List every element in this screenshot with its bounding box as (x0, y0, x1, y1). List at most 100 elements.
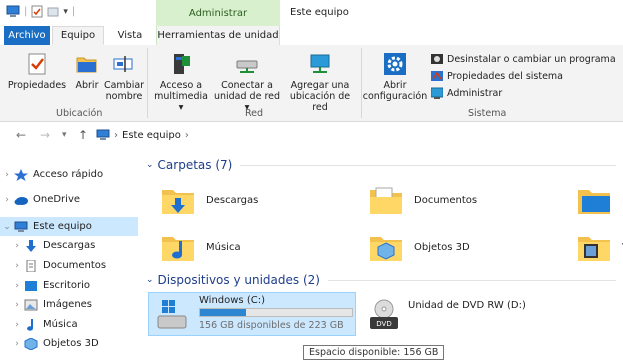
breadcrumb-chevron-icon: › (114, 129, 118, 141)
dvd-drive-icon: DVD (370, 299, 398, 329)
chevron-right-icon[interactable]: › (10, 339, 24, 349)
folder-item-videos[interactable]: V (576, 229, 623, 265)
chevron-down-icon[interactable]: ⌄ (0, 222, 14, 232)
drive-label: Windows (C:) (199, 295, 265, 306)
sidebar-item-label: Acceso rápido (33, 169, 104, 180)
map-network-drive-button[interactable]: Conectar a unidad de red ▾ (212, 52, 282, 113)
computer-icon[interactable] (6, 5, 20, 18)
map-network-drive-label-1: Conectar a (221, 80, 273, 91)
chevron-right-icon[interactable]: › (10, 281, 24, 291)
free-space-tooltip: Espacio disponible: 156 GB (303, 345, 445, 360)
downloads-folder-icon (162, 190, 194, 214)
drive-usage-bar (199, 308, 353, 317)
sidebar-item-objetos-3d[interactable]: › Objetos 3D (0, 334, 138, 353)
sidebar-item-imagenes[interactable]: › Imágenes (0, 295, 138, 314)
cube-3d-icon (24, 337, 38, 350)
section-title: Carpetas (7) (157, 158, 233, 172)
chevron-right-icon[interactable]: › (0, 170, 14, 180)
add-network-location-button[interactable]: Agregar una ubicación de red (283, 52, 357, 113)
sidebar-item-descargas[interactable]: › Descargas (0, 236, 138, 255)
recent-locations-chevron-icon[interactable]: ▾ (62, 130, 67, 140)
open-settings-button[interactable]: Abrir configuración (363, 52, 427, 102)
download-arrow-icon (26, 239, 36, 252)
tab-equipo[interactable]: Equipo (52, 26, 104, 45)
qat-separator: | (24, 6, 28, 17)
sidebar-item-label: Este equipo (33, 221, 92, 232)
folder-item-escritorio[interactable]: E (576, 182, 623, 218)
chevron-right-icon[interactable]: › (10, 300, 24, 310)
sidebar-item-este-equipo[interactable]: ⌄ Este equipo (0, 217, 138, 236)
system-properties-button[interactable]: Propiedades del sistema (431, 70, 563, 82)
properties-check-icon (24, 52, 50, 76)
chevron-right-icon[interactable]: › (10, 320, 24, 330)
properties-label: Propiedades (7, 80, 67, 91)
breadcrumb-chevron-icon[interactable]: › (185, 130, 189, 141)
documents-folder-icon (370, 187, 402, 214)
sidebar-item-escritorio[interactable]: › Escritorio (0, 276, 138, 295)
open-button[interactable]: Abrir (72, 52, 102, 91)
properties-check-icon[interactable] (31, 5, 43, 18)
properties-button[interactable]: Propiedades (6, 52, 68, 91)
uninstall-program-label: Desinstalar o cambiar un programa (447, 53, 616, 65)
network-location-icon (307, 52, 333, 76)
folder-label: Objetos 3D (414, 241, 470, 253)
sidebar-item-label: Música (43, 319, 78, 330)
drive-usage-fill (200, 309, 246, 316)
folder-item-musica[interactable]: Música (160, 229, 241, 265)
folder-label: Música (206, 241, 241, 253)
sidebar-item-label: Escritorio (43, 280, 90, 291)
system-properties-label: Propiedades del sistema (447, 70, 563, 82)
section-carpetas[interactable]: ⌄ Carpetas (7) (146, 158, 616, 172)
manage-button[interactable]: Administrar (431, 87, 502, 99)
chevron-right-icon[interactable]: › (10, 261, 24, 271)
breadcrumb[interactable]: › Este equipo › (96, 129, 189, 141)
chevron-right-icon[interactable]: › (10, 241, 24, 251)
forward-arrow-icon[interactable]: → (40, 128, 50, 142)
rename-button[interactable]: Cambiar nombre (104, 52, 144, 102)
media-access-label-2: multimedia ▾ (154, 91, 208, 113)
folder-item-objetos-3d[interactable]: Objetos 3D (368, 229, 470, 265)
computer-icon (96, 129, 110, 140)
music-note-icon (27, 318, 33, 331)
3d-objects-folder-icon (370, 237, 402, 261)
tab-vista[interactable]: Vista (112, 26, 148, 45)
sidebar-item-label: Documentos (43, 260, 107, 271)
group-label-sistema: Sistema (468, 108, 507, 119)
manage-label: Administrar (447, 87, 503, 99)
folder-label: Documentos (414, 194, 478, 206)
folder-open-icon (74, 52, 100, 76)
rename-label-1: Cambiar (103, 80, 145, 91)
new-folder-icon[interactable] (47, 5, 59, 18)
uninstall-program-button[interactable]: Desinstalar o cambiar un programa (431, 53, 616, 65)
sidebar-item-documentos[interactable]: › Documentos (0, 256, 138, 275)
chevron-down-icon: ⌄ (146, 160, 154, 170)
qat-dropdown-icon[interactable]: ▾ (63, 7, 68, 17)
tab-archivo[interactable]: Archivo (4, 26, 50, 45)
chevron-right-icon[interactable]: › (0, 195, 14, 205)
back-arrow-icon[interactable]: ← (16, 128, 26, 142)
drive-free-space: 156 GB disponibles de 223 GB (199, 320, 344, 331)
desktop-icon (25, 280, 37, 291)
ribbon-divider (361, 48, 362, 118)
sidebar-item-label: OneDrive (33, 194, 81, 205)
up-arrow-icon[interactable]: ↑ (78, 128, 88, 142)
sidebar-item-onedrive[interactable]: › OneDrive (0, 190, 138, 209)
folder-item-descargas[interactable]: Descargas (160, 182, 258, 218)
ribbon-divider (147, 48, 148, 118)
folder-item-documentos[interactable]: Documentos (368, 182, 477, 218)
section-title: Dispositivos y unidades (2) (157, 273, 320, 287)
media-server-icon (168, 52, 194, 76)
sidebar-item-acceso-rapido[interactable]: › Acceso rápido (0, 165, 138, 184)
breadcrumb-este-equipo[interactable]: Este equipo (122, 130, 181, 141)
sidebar-item-label: Imágenes (43, 299, 93, 310)
media-access-button[interactable]: Acceso a multimedia ▾ (153, 52, 209, 113)
sidebar-item-musica[interactable]: › Música (0, 315, 138, 334)
rename-icon (111, 52, 137, 76)
sidebar-item-label: Descargas (43, 240, 96, 251)
section-dispositivos[interactable]: ⌄ Dispositivos y unidades (2) (146, 273, 616, 287)
folder-label: Descargas (206, 194, 259, 206)
manage-icon (431, 87, 443, 99)
image-icon (24, 299, 38, 310)
tab-herramientas-de-unidad[interactable]: Herramientas de unidad (156, 26, 280, 45)
add-network-location-label-1: Agregar una (290, 80, 350, 91)
